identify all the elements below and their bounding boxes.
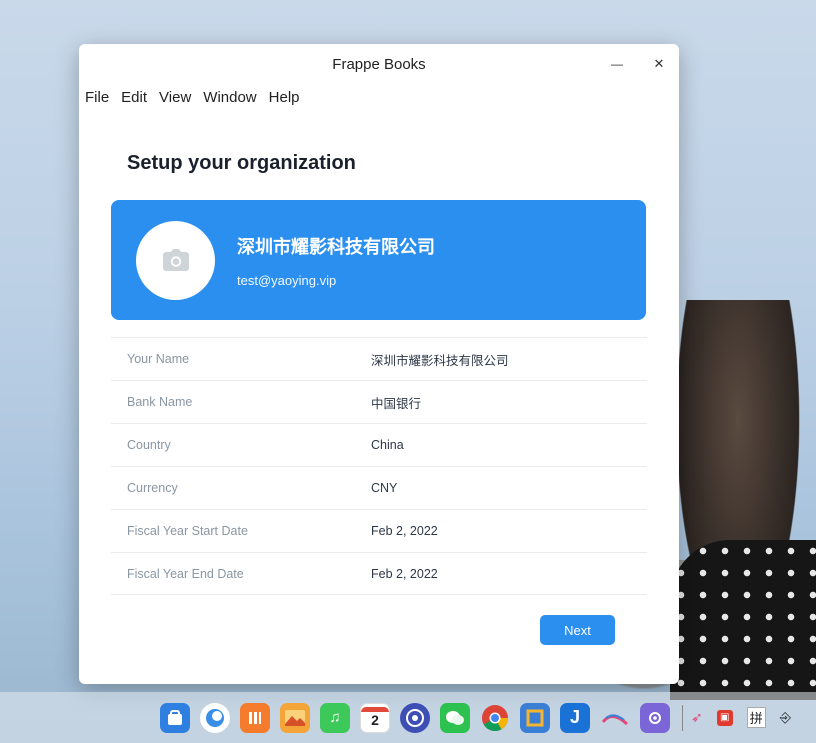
camera-icon [162,249,189,271]
wallpaper-dress [670,540,816,700]
dock-separator [682,704,683,731]
menu-file[interactable]: File [85,89,109,106]
org-email[interactable]: test@yaoying.vip [237,273,435,288]
actions-bar: Next [111,615,647,645]
page-title: Setup your organization [127,152,356,174]
calendar-icon[interactable]: 2 [360,702,390,733]
menu-bar: File Edit View Window Help [79,84,679,110]
menu-help[interactable]: Help [269,89,300,106]
field-label: Bank Name [127,395,193,409]
input-method-indicator[interactable]: 拼 [746,707,766,728]
field-value[interactable]: Feb 2, 2022 [371,524,438,538]
screenshot-tool-icon[interactable] [520,702,550,733]
menu-edit[interactable]: Edit [121,89,147,106]
next-button[interactable]: Next [540,615,615,645]
joplin-icon[interactable]: J [560,702,590,733]
logo-upload[interactable] [136,220,215,300]
field-country[interactable]: Country China [111,423,647,466]
wechat-icon[interactable] [440,702,470,733]
menu-window[interactable]: Window [203,89,256,106]
settings-wheel-icon[interactable] [400,702,430,733]
field-currency[interactable]: Currency CNY [111,466,647,509]
app-window: Frappe Books — ✕ File Edit View Window H… [79,44,679,684]
field-value[interactable]: China [371,438,404,452]
minimize-button[interactable]: — [605,52,629,76]
field-your-name[interactable]: Your Name 深圳市耀影科技有限公司 [111,337,647,380]
org-card: 深圳市耀影科技有限公司 test@yaoying.vip [111,200,646,320]
field-label: Country [127,438,171,452]
field-label: Currency [127,481,178,495]
tray-kite-icon[interactable]: ➶ [691,709,703,726]
chrome-icon[interactable] [480,703,510,733]
taskbar-dock: ♫ 2 J ➶ ▣ 拼 ⎆ [0,692,816,743]
usb-icon[interactable]: ⎆ [780,709,791,726]
plugin-manager-icon[interactable] [640,702,670,733]
field-value[interactable]: 中国银行 [371,393,421,412]
music-player-icon[interactable] [240,702,270,733]
browser-swirl-icon[interactable] [200,702,230,733]
calendar-day: 2 [371,712,379,728]
app-store-icon[interactable] [160,702,190,733]
minimize-icon: — [611,57,623,71]
window-title: Frappe Books [332,55,426,73]
setup-fields: Your Name 深圳市耀影科技有限公司 Bank Name 中国银行 Cou… [111,337,647,595]
title-bar[interactable]: Frappe Books — ✕ [79,44,679,84]
field-value[interactable]: Feb 2, 2022 [371,567,438,581]
field-fiscal-year-end[interactable]: Fiscal Year End Date Feb 2, 2022 [111,552,647,595]
field-value[interactable]: CNY [371,481,397,495]
music-note-icon[interactable]: ♫ [320,702,350,733]
menu-view[interactable]: View [159,89,191,106]
kite-app-icon[interactable] [600,703,630,733]
field-value[interactable]: 深圳市耀影科技有限公司 [371,350,509,369]
org-name[interactable]: 深圳市耀影科技有限公司 [237,233,435,259]
field-fiscal-year-start[interactable]: Fiscal Year Start Date Feb 2, 2022 [111,509,647,552]
field-label: Fiscal Year End Date [127,566,244,581]
field-label: Fiscal Year Start Date [127,524,248,538]
org-info: 深圳市耀影科技有限公司 test@yaoying.vip [237,233,435,288]
field-label: Your Name [127,352,190,366]
photos-icon[interactable] [280,702,310,733]
field-bank-name[interactable]: Bank Name 中国银行 [111,380,647,423]
close-icon: ✕ [653,56,665,71]
setup-content: Setup your organization 深圳市耀影科技有限公司 test… [79,152,679,645]
tray-red-app-icon[interactable]: ▣ [716,709,733,726]
close-button[interactable]: ✕ [647,52,671,76]
